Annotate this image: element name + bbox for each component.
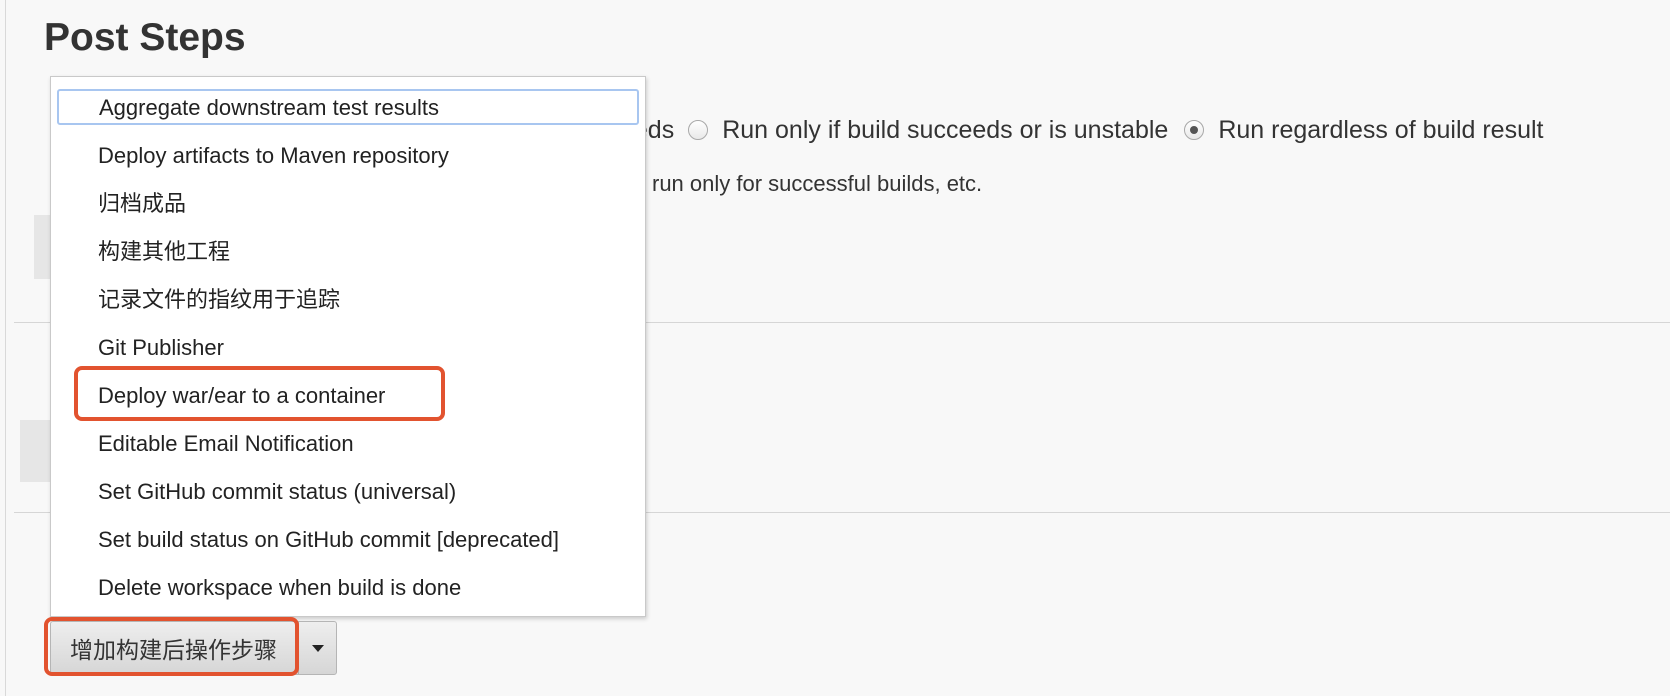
left-border <box>5 0 6 696</box>
menu-item-delete-workspace[interactable]: Delete workspace when build is done <box>51 566 645 610</box>
menu-item-editable-email[interactable]: Editable Email Notification <box>51 422 645 466</box>
menu-item-deploy-maven[interactable]: Deploy artifacts to Maven repository <box>51 134 645 178</box>
radio-option-regardless[interactable]: Run regardless of build result <box>1184 116 1543 145</box>
radio-option-succeeds-or-unstable[interactable]: Run only if build succeeds or is unstabl… <box>688 116 1168 145</box>
hidden-control <box>20 420 50 482</box>
radio-label: Run regardless of build result <box>1218 115 1544 144</box>
menu-item-github-build-status-deprecated[interactable]: Set build status on GitHub commit [depre… <box>51 518 645 562</box>
help-text: run only for successful builds, etc. <box>652 171 983 196</box>
radio-label: Run only if build succeeds or is unstabl… <box>722 115 1169 144</box>
radio-dot <box>1190 126 1199 134</box>
menu-item-github-commit-status[interactable]: Set GitHub commit status (universal) <box>51 470 645 514</box>
build-result-radio-group: eeds Run only if build succeeds or is un… <box>620 112 1559 148</box>
menu-item-record-fingerprints[interactable]: 记录文件的指纹用于追踪 <box>51 278 645 322</box>
add-post-build-step-button: 增加构建后操作步骤 <box>50 621 337 675</box>
caret-down-icon <box>311 644 324 652</box>
menu-item-deploy-war-ear[interactable]: Deploy war/ear to a container <box>51 374 645 418</box>
post-build-step-menu: Aggregate downstream test results Deploy… <box>50 76 646 617</box>
section-title: Post Steps <box>44 16 246 59</box>
radio-button-selected[interactable] <box>1184 120 1205 140</box>
post-steps-page: Post Steps eeds Run only if build succee… <box>0 0 1670 696</box>
menu-item-git-publisher[interactable]: Git Publisher <box>51 326 645 370</box>
radio-button[interactable] <box>688 120 709 140</box>
dropdown-toggle-button[interactable] <box>299 622 336 674</box>
menu-item-archive-artifacts[interactable]: 归档成品 <box>51 182 645 226</box>
add-post-build-step-label-button[interactable]: 增加构建后操作步骤 <box>51 622 299 674</box>
menu-item-build-other-projects[interactable]: 构建其他工程 <box>51 230 645 274</box>
menu-item-aggregate-test-results[interactable]: Aggregate downstream test results <box>57 89 639 125</box>
